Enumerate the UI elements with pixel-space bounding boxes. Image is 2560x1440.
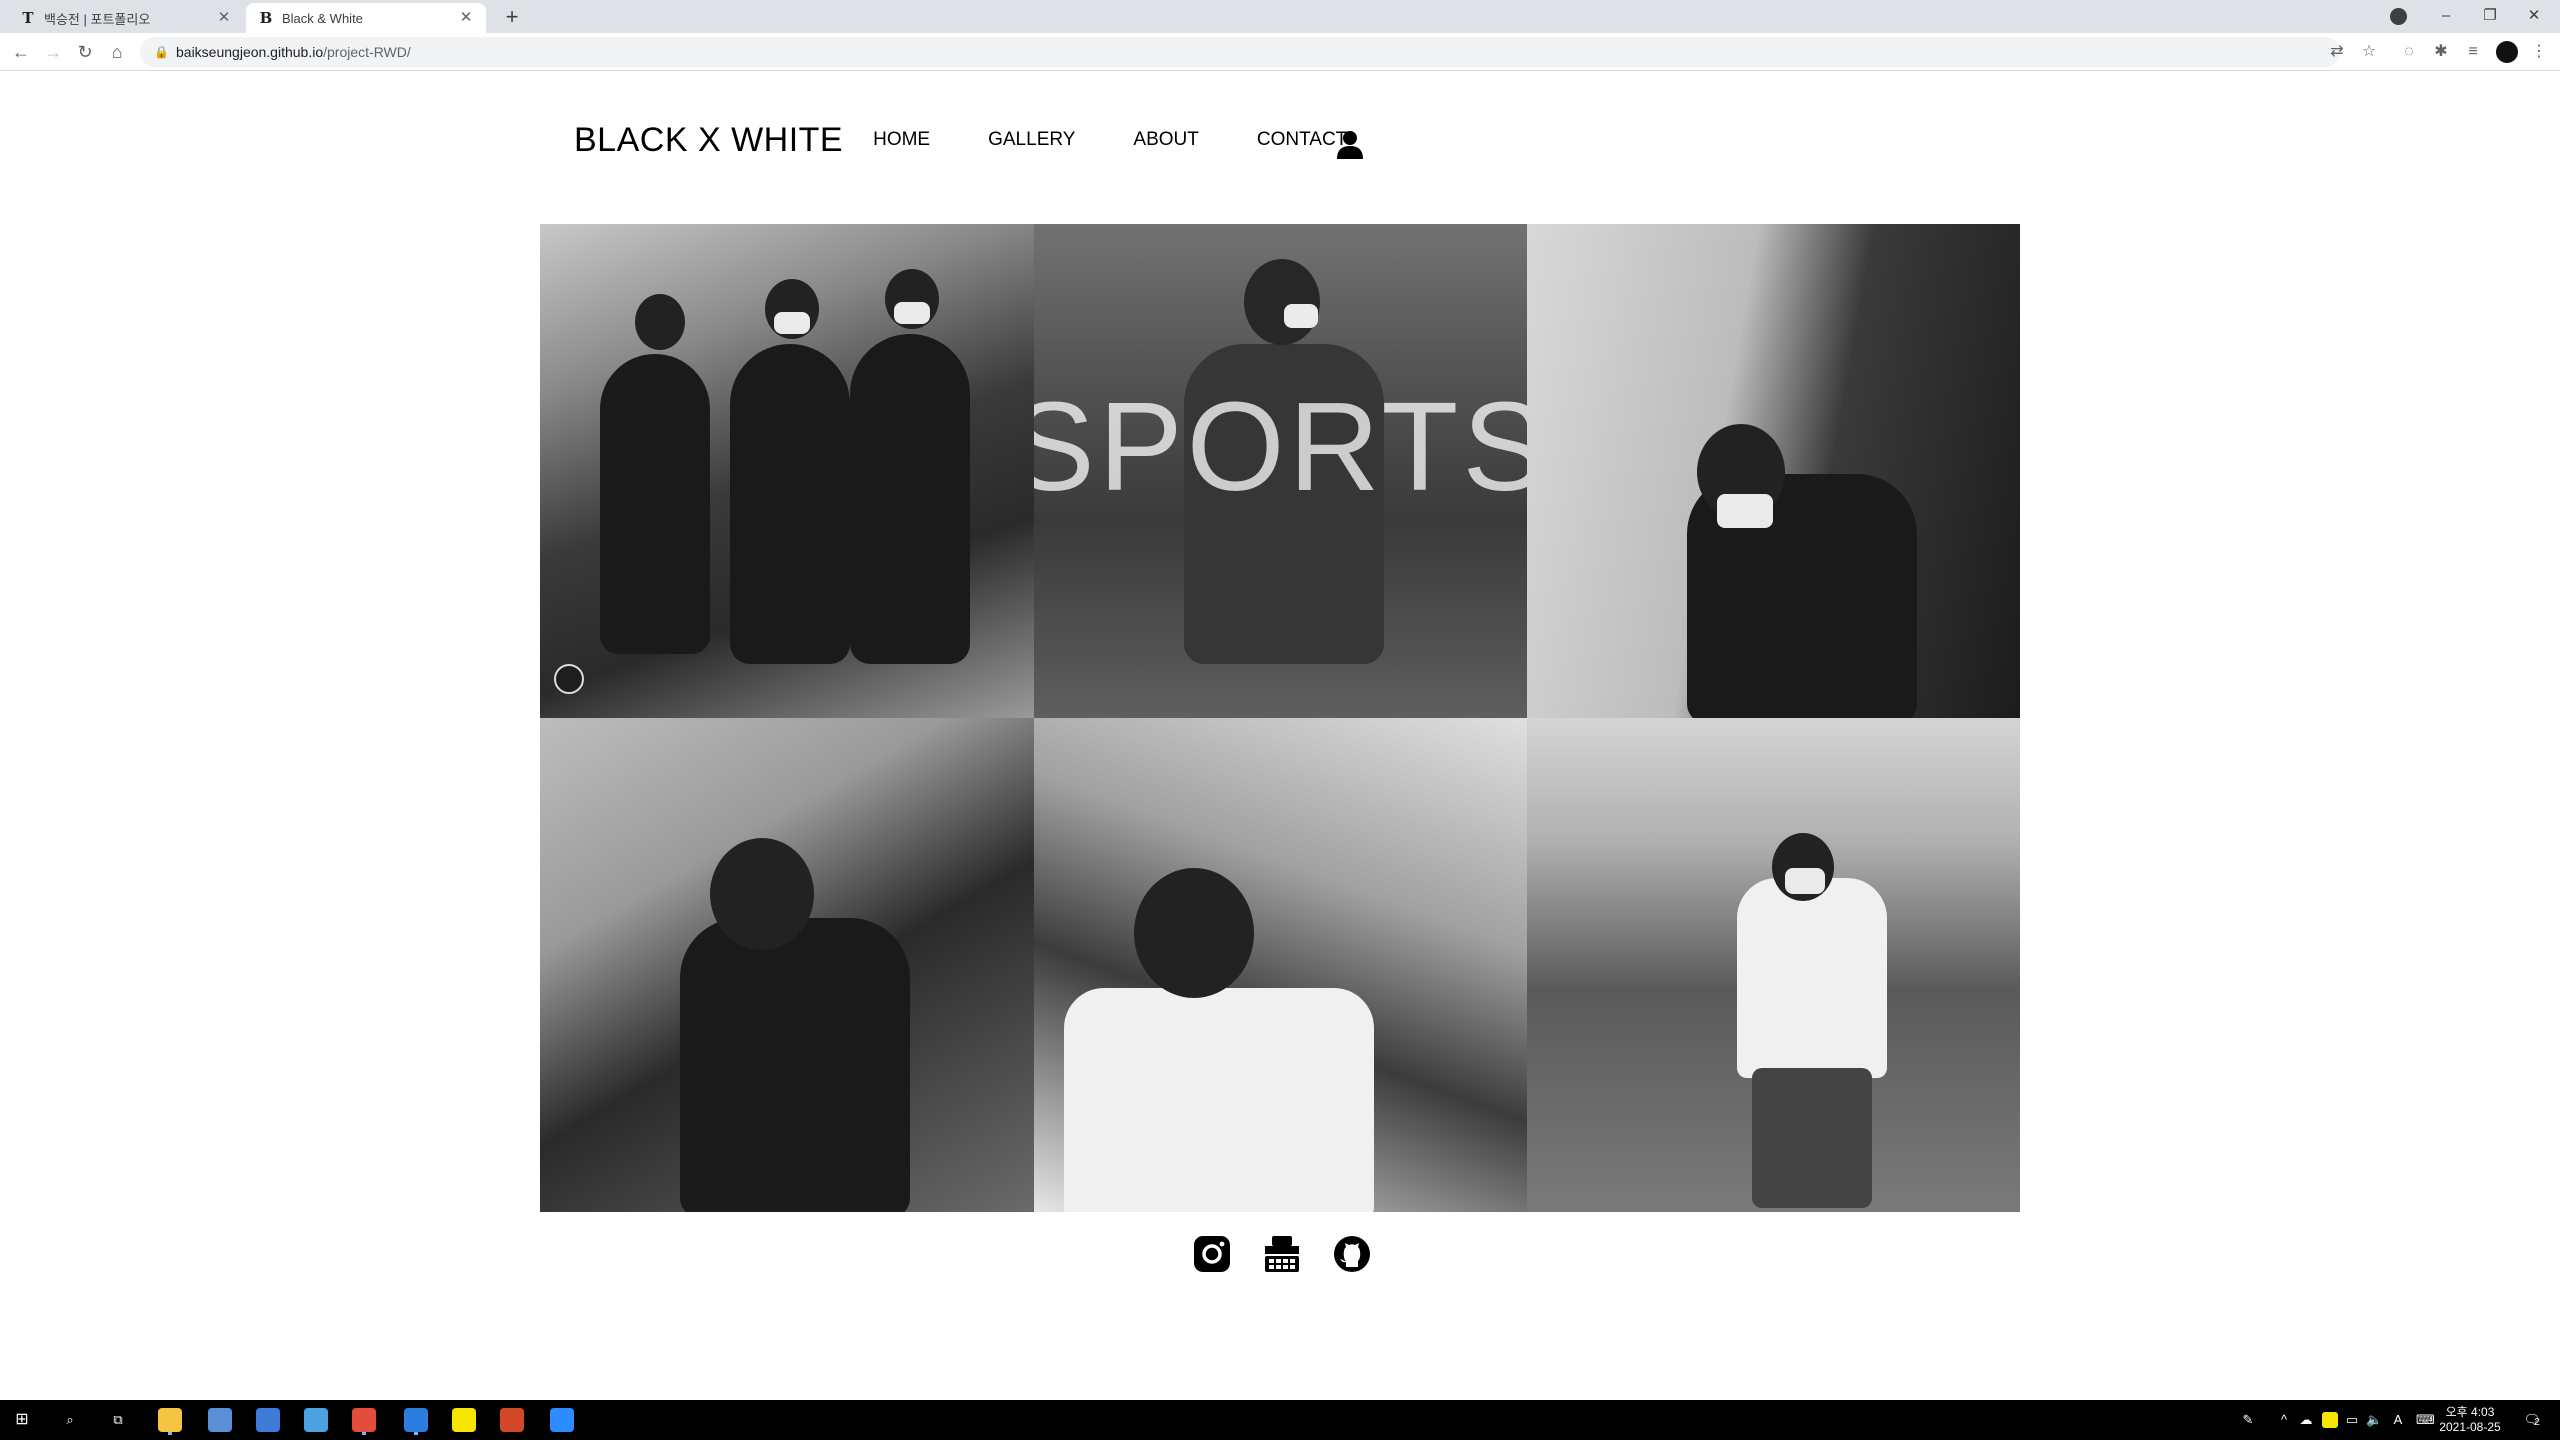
user-icon[interactable] [1336, 130, 1364, 160]
tab-favicon: T [22, 9, 34, 27]
extension-loading-icon[interactable]: ◌ [2398, 41, 2420, 63]
clock-date[interactable]: 2021-08-25 [2430, 1420, 2510, 1434]
gallery-photo[interactable] [1527, 718, 2020, 1212]
bookmark-star-icon[interactable]: ☆ [2358, 41, 2380, 63]
onedrive-icon[interactable]: ☁ [2298, 1412, 2314, 1428]
notification-count: 2 [2534, 1417, 2540, 1428]
tab-favicon: B [259, 9, 273, 27]
window-close-icon[interactable]: ✕ [2518, 0, 2550, 33]
gallery-photo[interactable]: SPORTS [1034, 224, 1527, 718]
blog-icon[interactable] [1262, 1234, 1302, 1274]
task-view-icon[interactable]: ⧉ [110, 1412, 126, 1428]
avatar-icon[interactable] [554, 664, 584, 694]
windows-start-icon[interactable]: ⊞ [14, 1412, 30, 1428]
tab-title: 백승전 | 포트폴리오 [44, 11, 151, 27]
close-icon[interactable]: ✕ [216, 10, 232, 26]
app-icon[interactable] [304, 1408, 328, 1432]
tab-search-icon[interactable] [2390, 8, 2407, 25]
close-icon[interactable]: ✕ [458, 10, 474, 26]
network-icon[interactable]: ▭ [2344, 1412, 2360, 1428]
kakaotalk-icon[interactable] [452, 1408, 476, 1432]
url-host: baikseungjeon.github.io [176, 44, 324, 60]
volume-icon[interactable]: 🔈 [2366, 1412, 2382, 1428]
browser-toolbar: ← → ↻ ⌂ 🔒 baikseungjeon.github.io/projec… [0, 33, 2560, 71]
back-icon[interactable]: ← [8, 39, 34, 65]
tab-black-white[interactable]: B Black & White ✕ [246, 3, 486, 33]
reading-list-icon[interactable]: ≡ [2462, 41, 2484, 63]
forward-icon[interactable]: → [40, 39, 66, 65]
chevron-up-icon[interactable]: ^ [2276, 1412, 2292, 1428]
site-header: BLACK X WHITE HOME GALLERY ABOUT CONTACT [574, 110, 1405, 170]
pen-icon[interactable]: ✎ [2240, 1412, 2256, 1428]
profile-avatar[interactable] [2496, 41, 2518, 63]
extensions-puzzle-icon[interactable]: ✱ [2430, 41, 2452, 63]
nav-home[interactable]: HOME [873, 129, 930, 151]
chrome-icon[interactable] [352, 1408, 376, 1432]
app-icon[interactable] [208, 1408, 232, 1432]
gallery-photo[interactable] [1527, 224, 2020, 718]
category-label: SPORTS [1034, 375, 1527, 517]
site-logo[interactable]: BLACK X WHITE [574, 121, 843, 160]
new-tab-button[interactable]: + [500, 6, 524, 30]
photo-gallery: SPORTS [540, 224, 2020, 1212]
gallery-photo[interactable] [1034, 718, 1527, 1212]
home-icon[interactable]: ⌂ [104, 39, 130, 65]
calculator-icon[interactable] [256, 1408, 280, 1432]
address-bar[interactable]: 🔒 baikseungjeon.github.io/project-RWD/ [140, 37, 2340, 67]
category-overlay[interactable]: SPORTS [1034, 224, 1527, 718]
nav-contact[interactable]: CONTACT [1257, 129, 1347, 151]
minimize-icon[interactable]: – [2430, 0, 2462, 33]
zoom-icon[interactable] [550, 1408, 574, 1432]
vscode-icon[interactable] [404, 1408, 428, 1432]
kakaotalk-tray-icon[interactable] [2322, 1412, 2338, 1428]
tab-title: Black & White [282, 10, 363, 26]
ime-icon[interactable]: A [2390, 1412, 2406, 1428]
lock-icon: 🔒 [154, 45, 169, 59]
gallery-photo[interactable] [540, 718, 1034, 1212]
nav-about[interactable]: ABOUT [1133, 129, 1198, 151]
menu-dots-icon[interactable]: ⋮ [2528, 41, 2550, 63]
gallery-photo[interactable] [540, 224, 1034, 718]
translate-icon[interactable]: ⇄ [2326, 41, 2348, 63]
browser-tabstrip: T 백승전 | 포트폴리오 ✕ B Black & White ✕ + – ❐ … [0, 0, 2560, 33]
file-explorer-icon[interactable] [158, 1408, 182, 1432]
tab-portfolio[interactable]: T 백승전 | 포트폴리오 ✕ [8, 3, 244, 33]
clock-time[interactable]: 오후 4:03 [2430, 1403, 2510, 1420]
windows-taskbar: ⊞ ⌕ ⧉ ✎ ^ ☁ ▭ 🔈 A ⌨ 오후 4:03 2021-08-25 🗨… [0, 1400, 2560, 1440]
instagram-icon[interactable] [1192, 1234, 1232, 1274]
url-path: /project-RWD/ [323, 44, 411, 60]
search-icon[interactable]: ⌕ [62, 1412, 78, 1428]
reload-icon[interactable]: ↻ [72, 39, 98, 65]
restore-icon[interactable]: ❐ [2474, 0, 2506, 33]
nav-gallery[interactable]: GALLERY [988, 129, 1075, 151]
social-links [1192, 1234, 1372, 1274]
powerpoint-icon[interactable] [500, 1408, 524, 1432]
github-icon[interactable] [1332, 1234, 1372, 1274]
